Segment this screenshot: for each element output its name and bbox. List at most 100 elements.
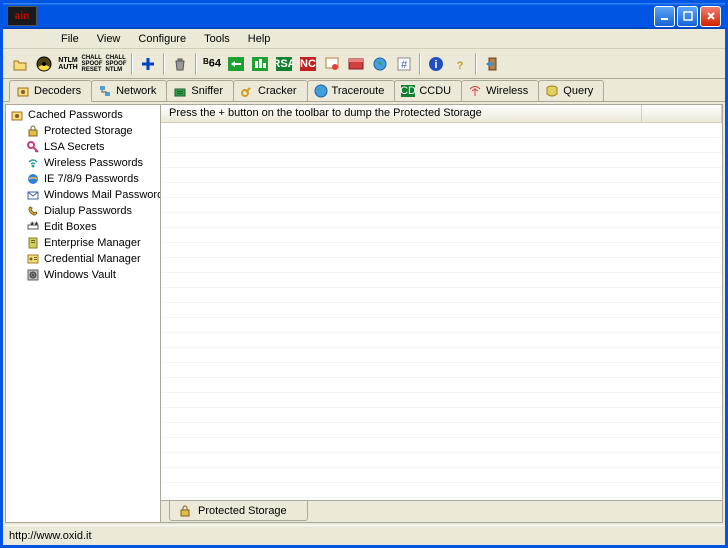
menu-view[interactable]: View [89,31,129,47]
separator [475,53,477,75]
menu-file[interactable]: File [53,31,87,47]
tree-dialup-passwords[interactable]: Dialup Passwords [6,203,160,219]
list-body[interactable] [161,123,722,500]
chall-ntlm-icon[interactable]: CHALLSPOOFNTLM [105,53,127,75]
tab-label: CCDU [419,85,451,97]
tree-label: LSA Secrets [44,141,105,153]
tab-traceroute[interactable]: Traceroute [307,80,396,101]
tree-label: Enterprise Manager [44,237,141,249]
tree-lsa-secrets[interactable]: LSA Secrets [6,139,160,155]
server-icon [26,236,40,250]
content-area: Cached Passwords Protected Storage LSA S… [5,104,723,523]
tab-label: Wireless [486,85,528,97]
credential-icon [26,252,40,266]
tree-label: Wireless Passwords [44,157,143,169]
app-window: ain File View Configure Tools Help NTLMA… [3,3,725,545]
mail-icon [26,188,40,202]
tab-label: Cracker [258,85,297,97]
bottom-tab-protected-storage[interactable]: Protected Storage [169,501,308,521]
menubar: File View Configure Tools Help [3,29,725,49]
close-button[interactable] [700,6,721,27]
toolbar: NTLMAUTH CHALLSPOOFRESET CHALLSPOOFNTLM … [3,49,725,79]
svg-text:i: i [434,59,437,71]
minimize-button[interactable] [654,6,675,27]
menu-help[interactable]: Help [240,31,279,47]
tab-wireless[interactable]: Wireless [461,80,539,101]
list-column-2[interactable] [642,105,722,122]
lock-icon [26,124,40,138]
tree-label: Dialup Passwords [44,205,132,217]
tool-green2-icon[interactable] [249,53,271,75]
tree-label: IE 7/8/9 Passwords [44,173,139,185]
help-icon[interactable]: ? [449,53,471,75]
tree-enterprise-manager[interactable]: Enterprise Manager [6,235,160,251]
query-icon [545,84,559,98]
tab-label: Decoders [34,85,81,97]
list-header: Press the + button on the toolbar to dum… [161,105,722,123]
wireless-icon [468,84,482,98]
app-logo: ain [7,6,37,26]
tree-edit-boxes[interactable]: ** Edit Boxes [6,219,160,235]
tree-protected-storage[interactable]: Protected Storage [6,123,160,139]
tree-windows-mail[interactable]: Windows Mail Passwords [6,187,160,203]
tool-cert-icon[interactable] [321,53,343,75]
menu-configure[interactable]: Configure [130,31,194,47]
info-icon[interactable]: i [425,53,447,75]
open-button[interactable] [9,53,31,75]
tab-label: Network [116,85,156,97]
trash-icon[interactable] [169,53,191,75]
decoders-icon [16,84,30,98]
tool-box-icon[interactable] [345,53,367,75]
tab-sniffer[interactable]: Sniffer [166,80,234,101]
exit-icon[interactable] [481,53,503,75]
tool-globe-icon[interactable] [369,53,391,75]
radioactive-icon[interactable] [33,53,55,75]
status-text: http://www.oxid.it [9,530,92,542]
lock-icon [178,504,192,518]
bottom-tab-area: Protected Storage [161,500,722,522]
sniffer-icon [173,84,187,98]
tab-ccdu[interactable]: CD CCDU [394,80,462,101]
traceroute-icon [314,84,328,98]
separator [131,53,133,75]
tab-decoders[interactable]: Decoders [9,80,92,102]
ccdu-icon: CD [401,84,415,98]
svg-text:RSA: RSA [276,58,292,70]
tree-label: Cached Passwords [28,109,123,121]
tree-windows-vault[interactable]: Windows Vault [6,267,160,283]
tool-green1-icon[interactable] [225,53,247,75]
chall-reset-icon[interactable]: CHALLSPOOFRESET [81,53,103,75]
tree-credential-manager[interactable]: Credential Manager [6,251,160,267]
tree-label: Credential Manager [44,253,141,265]
maximize-button[interactable] [677,6,698,27]
tab-network[interactable]: Network [91,80,167,101]
bottom-tab-label: Protected Storage [198,505,287,517]
menu-tools[interactable]: Tools [196,31,238,47]
tree-label: Edit Boxes [44,221,97,233]
tab-label: Traceroute [332,85,385,97]
tabbar: Decoders Network Sniffer Cracker Tracero… [3,79,725,102]
tree-wireless-passwords[interactable]: Wireless Passwords [6,155,160,171]
tab-query[interactable]: Query [538,80,604,101]
tree-root[interactable]: Cached Passwords [6,107,160,123]
ntlm-icon[interactable]: NTLMAUTH [57,53,79,75]
list-column-main[interactable]: Press the + button on the toolbar to dum… [161,105,642,122]
cracker-icon [240,84,254,98]
tree-panel[interactable]: Cached Passwords Protected Storage LSA S… [6,105,161,522]
tool-prsa-icon[interactable]: RSA [273,53,295,75]
network-icon [98,84,112,98]
tree-ie-passwords[interactable]: IE 7/8/9 Passwords [6,171,160,187]
statusbar: http://www.oxid.it [3,525,725,545]
titlebar[interactable]: ain [3,3,725,29]
svg-text:**: ** [30,220,39,232]
phone-icon [26,204,40,218]
b64-icon[interactable]: B64 [201,53,223,75]
tool-red-icon[interactable]: NC [297,53,319,75]
tool-hash-icon[interactable]: # [393,53,415,75]
add-button[interactable] [137,53,159,75]
edit-icon: ** [26,220,40,234]
ie-icon [26,172,40,186]
key-icon [26,140,40,154]
svg-text:CD: CD [401,85,415,97]
tab-cracker[interactable]: Cracker [233,80,308,101]
